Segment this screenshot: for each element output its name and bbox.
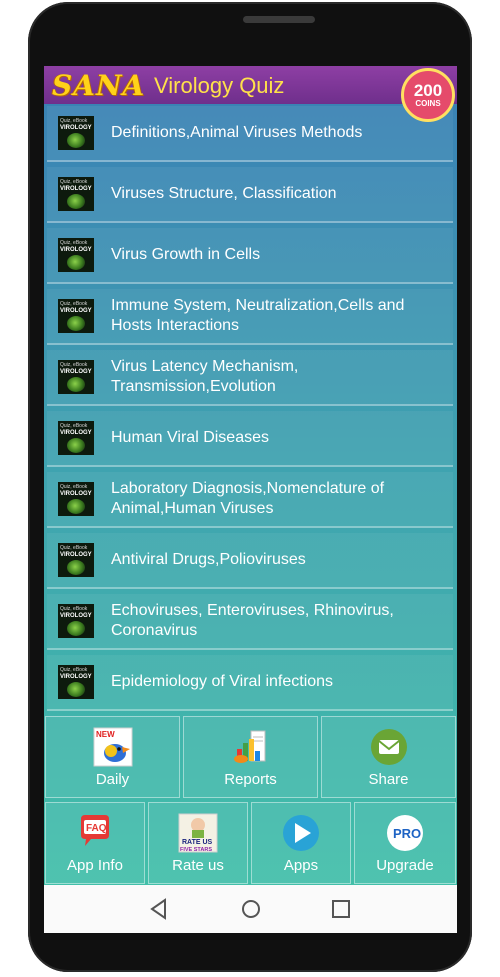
svg-text:NEW: NEW — [96, 730, 115, 739]
chapter-item-1[interactable]: Quiz, eBook VIROLOGY Definitions,Animal … — [47, 106, 453, 162]
apps-label: Apps — [283, 857, 319, 874]
chapter-label: Virus Growth in Cells — [111, 246, 261, 263]
coins-value: 200 — [413, 80, 443, 100]
thumbnail-title: VIROLOGY — [60, 369, 92, 375]
home-icon[interactable] — [239, 897, 263, 921]
virology-thumbnail-icon: Quiz, eBook VIROLOGY — [58, 116, 94, 150]
speaker-grille — [243, 16, 315, 23]
chapter-label: Virus Latency Mechanism, Transmission,Ev… — [111, 358, 299, 395]
chapter-label: Human Viral Diseases — [111, 429, 269, 446]
brand-logo: SANA — [52, 69, 146, 102]
back-icon[interactable] — [147, 897, 171, 921]
pro-badge-icon: PRO — [387, 815, 423, 851]
virology-thumbnail-icon: Quiz, eBook VIROLOGY — [58, 238, 94, 272]
app-info-label: App Info — [67, 857, 123, 874]
reports-chart-icon — [233, 730, 265, 763]
virology-thumbnail-icon: Quiz, eBook VIROLOGY — [58, 360, 94, 394]
daily-button[interactable]: NEW Daily — [45, 716, 180, 798]
rate-stars-icon: RATE US FIVE STARS — [178, 813, 218, 853]
thumbnail-caption: Quiz, eBook — [60, 423, 88, 429]
virology-thumbnail-icon: Quiz, eBook VIROLOGY — [58, 604, 94, 638]
chapter-item-8[interactable]: Quiz, eBook VIROLOGY Antiviral Drugs,Pol… — [47, 533, 453, 589]
app-header: SANA Virology Quiz — [44, 66, 457, 104]
svg-text:FAQ: FAQ — [86, 823, 107, 834]
apps-button[interactable]: Apps — [251, 802, 351, 884]
thumbnail-caption: Quiz, eBook — [60, 362, 88, 368]
chapter-item-3[interactable]: Quiz, eBook VIROLOGY Virus Growth in Cel… — [47, 228, 453, 284]
chapter-label: Immune System, Neutralization,Cells and … — [111, 297, 405, 334]
chapter-item-4[interactable]: Quiz, eBook VIROLOGY Immune System, Neut… — [47, 289, 453, 345]
rate-us-label: Rate us — [172, 857, 224, 874]
chapter-label: Laboratory Diagnosis,Nomenclature of Ani… — [111, 480, 385, 517]
svg-text:FIVE STARS: FIVE STARS — [180, 847, 212, 853]
rate-us-button[interactable]: RATE US FIVE STARS Rate us — [148, 802, 248, 884]
system-nav-bar — [44, 885, 457, 933]
chapter-label: Epidemiology of Viral infections — [111, 673, 334, 690]
virology-thumbnail-icon: Quiz, eBook VIROLOGY — [58, 299, 94, 333]
svg-text:PRO: PRO — [393, 826, 421, 841]
thumbnail-title: VIROLOGY — [60, 308, 92, 314]
share-label: Share — [368, 771, 409, 788]
virology-thumbnail-icon: Quiz, eBook VIROLOGY — [58, 543, 94, 577]
thumbnail-caption: Quiz, eBook — [60, 545, 88, 551]
thumbnail-caption: Quiz, eBook — [60, 179, 88, 185]
thumbnail-title: VIROLOGY — [60, 125, 92, 131]
chapter-label: Antiviral Drugs,Polioviruses — [111, 551, 306, 568]
thumbnail-caption: Quiz, eBook — [60, 301, 88, 307]
upgrade-label: Upgrade — [376, 857, 434, 874]
thumbnail-title: VIROLOGY — [60, 613, 92, 619]
thumbnail-title: VIROLOGY — [60, 491, 92, 497]
chapter-item-5[interactable]: Quiz, eBook VIROLOGY Virus Latency Mecha… — [47, 350, 453, 406]
thumbnail-title: VIROLOGY — [60, 552, 92, 558]
mail-share-icon — [370, 729, 407, 765]
virology-thumbnail-icon: Quiz, eBook VIROLOGY — [58, 177, 94, 211]
chapter-item-7[interactable]: Quiz, eBook VIROLOGY Laboratory Diagnosi… — [47, 472, 453, 528]
thumbnail-title: VIROLOGY — [60, 430, 92, 436]
recents-icon[interactable] — [329, 897, 353, 921]
thumbnail-title: VIROLOGY — [60, 247, 92, 253]
chapter-item-2[interactable]: Quiz, eBook VIROLOGY Viruses Structure, … — [47, 167, 453, 223]
upgrade-button[interactable]: PRO Upgrade — [354, 802, 456, 884]
share-button[interactable]: Share — [321, 716, 456, 798]
chapter-label: Echoviruses, Enteroviruses, Rhinovirus, … — [111, 602, 394, 639]
app-screen: SANA Virology Quiz 200 COINS Quiz, eBook… — [44, 66, 457, 933]
coins-badge[interactable]: 200 COINS — [401, 68, 455, 122]
daily-label: Daily — [95, 771, 130, 788]
virology-thumbnail-icon: Quiz, eBook VIROLOGY — [58, 421, 94, 455]
thumbnail-caption: Quiz, eBook — [60, 118, 88, 124]
app-info-button[interactable]: FAQ App Info — [45, 802, 145, 884]
coins-label: COINS — [415, 98, 441, 108]
reports-label: Reports — [224, 771, 277, 788]
chapter-item-10[interactable]: Quiz, eBook VIROLOGY Epidemiology of Vir… — [47, 655, 453, 711]
chapter-label: Definitions,Animal Viruses Methods — [111, 124, 363, 141]
chapter-label: Viruses Structure, Classification — [111, 185, 337, 202]
daily-quiz-icon: NEW — [93, 727, 132, 767]
thumbnail-caption: Quiz, eBook — [60, 667, 88, 673]
chapter-item-6[interactable]: Quiz, eBook VIROLOGY Human Viral Disease… — [47, 411, 453, 467]
reports-button[interactable]: Reports — [183, 716, 318, 798]
faq-bubble-icon: FAQ — [81, 815, 109, 846]
thumbnail-title: VIROLOGY — [60, 674, 92, 680]
svg-text:RATE US: RATE US — [182, 839, 213, 846]
thumbnail-caption: Quiz, eBook — [60, 606, 88, 612]
virology-thumbnail-icon: Quiz, eBook VIROLOGY — [58, 665, 94, 699]
virology-thumbnail-icon: Quiz, eBook VIROLOGY — [58, 482, 94, 516]
chapter-item-9[interactable]: Quiz, eBook VIROLOGY Echoviruses, Entero… — [47, 594, 453, 650]
thumbnail-title: VIROLOGY — [60, 186, 92, 192]
thumbnail-caption: Quiz, eBook — [60, 240, 88, 246]
play-store-icon — [283, 815, 319, 851]
thumbnail-caption: Quiz, eBook — [60, 484, 88, 490]
app-title: Virology Quiz — [154, 73, 285, 98]
